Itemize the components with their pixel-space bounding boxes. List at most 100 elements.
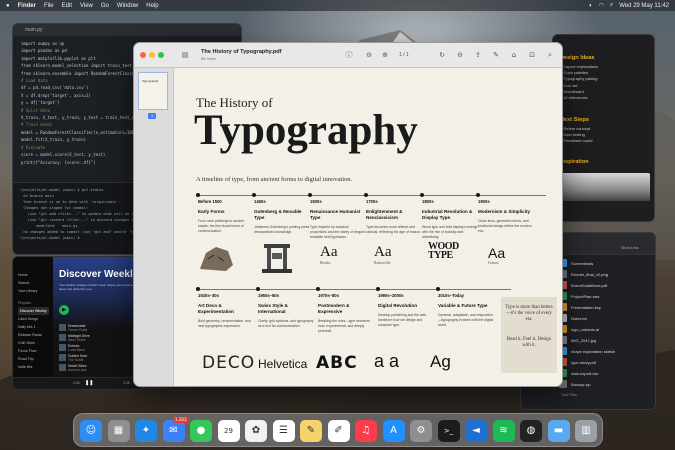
playlist-item[interactable]: Indie Mix [18, 363, 49, 371]
highlight-icon[interactable]: ⌂ [509, 50, 519, 60]
terminal-app-icon[interactable]: >_ [437, 420, 460, 442]
timeline-entry: 1970s–80s Postmodern & Expressive Breaking… [318, 293, 374, 333]
track-row[interactable]: Midnight Drive Neon Skies [59, 333, 143, 342]
freeform-app-icon[interactable]: ✐ [327, 420, 350, 442]
share-icon[interactable]: ⇪ [473, 50, 483, 60]
file-row[interactable]: ProjectPlan.xlsx [559, 292, 655, 302]
timeline-year: 1450s [254, 199, 266, 204]
timeline-entry: 1450s Gutenberg & Movable Type Johannes Gu… [254, 199, 310, 235]
track-row[interactable]: Dreamstate Ocean Pulse [59, 323, 143, 332]
zoom-button[interactable] [158, 52, 164, 58]
file-row[interactable]: Screenshots [559, 259, 655, 269]
menu-help[interactable]: Help [146, 3, 158, 9]
playlist-title: Discover Weekly [59, 269, 139, 280]
track-row[interactable]: Velvet Skies Aurora Lane [59, 363, 143, 372]
editor-tab[interactable]: main.py [13, 24, 241, 36]
folder-app-icon[interactable]: ▬ [547, 420, 570, 442]
design-idea-item[interactable]: UI references [560, 95, 598, 101]
design-idea-item[interactable]: Typography pairing [560, 76, 598, 82]
system-settings-app-icon[interactable]: ⚙ [410, 420, 432, 442]
playlist-item[interactable]: Road Trip [18, 355, 49, 363]
apple-menu-icon[interactable]: ● [6, 3, 10, 9]
track-row[interactable]: Echoes Luna Wave [59, 343, 143, 352]
dock: ☺ ▦ ✦ ✉ 1,203 ● 29 ✿ ☰ ✎ ✐ ♫ A ⚙ >_ ◄ ≋ ◍ ▬ ▥ [73, 413, 603, 447]
sidebar-toggle-icon[interactable]: ▤ [180, 50, 190, 60]
play-button[interactable]: ▶ [59, 305, 69, 315]
next-step-item[interactable]: Feedback round [560, 138, 593, 144]
zoom-in-icon[interactable]: ⊕ [380, 50, 390, 60]
file-row[interactable]: BrandGuidelines.pdf [559, 281, 655, 291]
timeline-year: 1500s [310, 199, 322, 204]
menu-edit[interactable]: Edit [62, 3, 72, 9]
zoom-out-2-icon[interactable]: ⊖ [455, 50, 465, 60]
safari-app-icon[interactable]: ✦ [135, 420, 157, 442]
menu-go[interactable]: Go [101, 3, 109, 9]
timeline-year: 1700s [366, 199, 378, 204]
inspiration-section: Inspiration [560, 159, 589, 168]
crop-icon[interactable]: ⊡ [527, 50, 537, 60]
playlist-item[interactable]: Release Radar [18, 331, 49, 339]
file-name: Presentation.key [571, 305, 601, 310]
file-name: Backup.zip [571, 382, 591, 387]
document-title[interactable]: The History of Typography.pdf [201, 49, 282, 55]
mail-app-icon[interactable]: ✉ 1,203 [162, 417, 189, 442]
calendar-app-icon[interactable]: 29 [217, 420, 240, 442]
page-thumbnail[interactable]: Typography [138, 72, 168, 110]
playlist-item[interactable]: Chill Vibes [18, 339, 49, 347]
music-app-icon[interactable]: ♫ [355, 420, 377, 442]
menu-view[interactable]: View [80, 3, 93, 9]
document-canvas[interactable]: The History of Typography A timeline of … [174, 68, 562, 386]
timeline-era: Renaissance Humanist Type [310, 209, 361, 220]
reminders-app-icon[interactable]: ☰ [272, 420, 295, 442]
playlist-item[interactable]: Liked Songs [18, 315, 49, 323]
file-row[interactable]: shape exploration sketch [559, 347, 655, 357]
app-menu-finder[interactable]: Finder [18, 3, 36, 9]
playlist-item[interactable]: Focus Flow [18, 347, 49, 355]
file-row[interactable]: Backup.zip [559, 380, 655, 390]
music-nav-search[interactable]: Search [18, 279, 49, 287]
wifi-icon[interactable]: ◠ [599, 2, 604, 9]
file-row[interactable]: IMG_2047.jpg [559, 336, 655, 346]
file-row[interactable]: Presentation.key [559, 303, 655, 313]
playlist-item[interactable]: Daily Mix 1 [18, 323, 49, 331]
timeline-entry: 1500s Renaissance Humanist Type Type inspi… [310, 199, 366, 239]
trash-app-icon[interactable]: ▥ [575, 420, 597, 442]
inspiration-image[interactable] [560, 173, 650, 201]
file-row[interactable]: Render_final_v2.png [559, 270, 655, 280]
file-row[interactable]: type-study.pdf [559, 358, 655, 368]
clock[interactable]: Wed 29 May 11:42 [619, 3, 669, 9]
music-nav-home[interactable]: Home [18, 271, 49, 279]
rotate-icon[interactable]: ↻ [437, 50, 447, 60]
app-store-app-icon[interactable]: A [382, 420, 405, 442]
spotify-app-icon[interactable]: ≋ [492, 420, 515, 442]
track-row[interactable]: Golden Hour The Sunlit [59, 353, 143, 362]
menu-window[interactable]: Window [117, 3, 138, 9]
music-nav-library[interactable]: Your Library [18, 287, 49, 295]
menu-file[interactable]: File [44, 3, 54, 9]
finder-app-icon[interactable]: ☺ [80, 420, 102, 442]
track-artwork [59, 334, 66, 341]
file-row[interactable]: data-export.csv [559, 369, 655, 379]
control-center-icon[interactable]: ◐ [589, 3, 593, 9]
zoom-out-icon[interactable]: ⊖ [364, 50, 374, 60]
markup-icon[interactable]: ✎ [491, 50, 501, 60]
file-row[interactable]: Notes.txt [559, 314, 655, 324]
info-icon[interactable]: ⓘ [344, 50, 354, 60]
playlist-item[interactable]: Discover Weekly [18, 307, 49, 315]
timeline-dot [196, 287, 200, 291]
file-row[interactable]: logo_variants.ai [559, 325, 655, 335]
search-icon[interactable]: ⌕ [610, 2, 613, 9]
vs-code-app-icon[interactable]: ◄ [465, 420, 487, 442]
photos-glyph: ✿ [251, 425, 261, 436]
launchpad-app-icon[interactable]: ▦ [107, 420, 130, 442]
messages-app-icon[interactable]: ● [190, 420, 212, 442]
minimize-button[interactable] [149, 52, 155, 58]
search-icon[interactable]: ⌕ [545, 50, 555, 60]
close-button[interactable] [140, 52, 146, 58]
pause-icon[interactable]: ❚❚ [85, 380, 93, 386]
timeline-dot [376, 287, 380, 291]
notes-app-icon[interactable]: ✎ [300, 420, 322, 442]
timeline-entry: 1700s Enlightenment & Neoclassicism Type b… [366, 199, 422, 235]
photos-app-icon[interactable]: ✿ [245, 420, 267, 442]
figma-app-icon[interactable]: ◍ [520, 420, 542, 442]
